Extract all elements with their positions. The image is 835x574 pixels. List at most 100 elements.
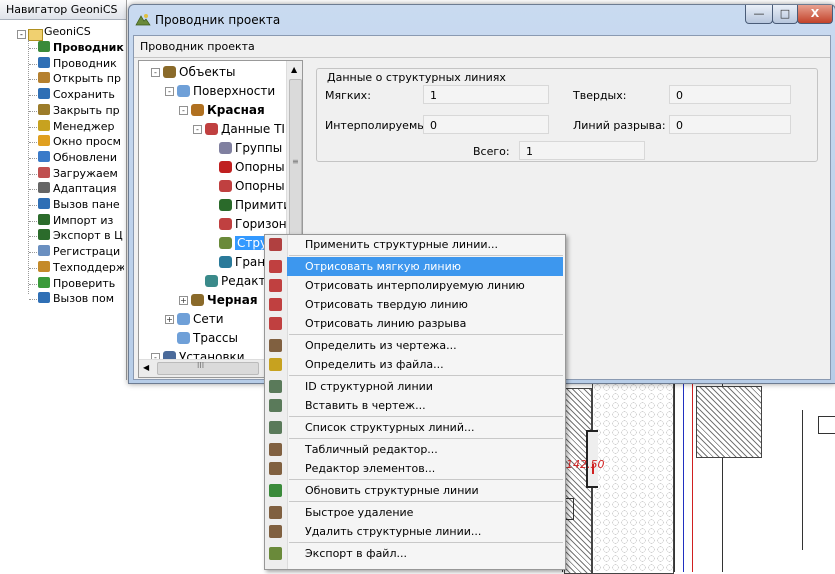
menu-item-icon: [269, 298, 282, 311]
navigator-item-icon: [38, 135, 50, 147]
tree-item[interactable]: Опорны: [219, 158, 285, 176]
navigator-item-icon: [38, 260, 50, 272]
tree-item[interactable]: Объекты: [163, 63, 235, 81]
navigator-item[interactable]: Загружаем: [38, 166, 124, 182]
scroll-left-arrow-icon[interactable]: ◀: [143, 363, 149, 372]
navigator-item[interactable]: Открыть пр: [38, 71, 124, 87]
close-button[interactable]: X: [797, 5, 833, 24]
surfaces-icon: [177, 85, 190, 97]
hscroll-thumb[interactable]: [157, 362, 259, 375]
context-menu-item[interactable]: Определить из чертежа...: [265, 336, 565, 355]
navigator-item-icon: [38, 229, 50, 241]
hex-pattern-area: [592, 382, 674, 574]
menu-item-icon: [269, 279, 282, 292]
structure-lines-group: Данные о структурных линиях Мягких: 1 Тв…: [316, 68, 818, 162]
menu-item-icon: [269, 443, 282, 456]
context-menu-item[interactable]: Удалить структурные линии...: [265, 522, 565, 541]
tree-item[interactable]: Поверхности: [177, 82, 275, 100]
navigator-item[interactable]: Техподдерж: [38, 260, 124, 276]
tree-item[interactable]: Трассы: [177, 329, 238, 347]
navigator-item[interactable]: Проводник: [38, 40, 124, 56]
navigator-item[interactable]: Закрыть пр: [38, 103, 124, 119]
navigator-panel: Навигатор GeoniCS - GeoniCS Проводник Про…: [0, 0, 127, 572]
tree-item-label: Опорны: [235, 179, 285, 193]
navigator-item-icon: [38, 182, 50, 194]
context-menu-item[interactable]: Отрисовать мягкую линию: [269, 257, 563, 276]
tree-item[interactable]: Данные TIN: [205, 120, 294, 138]
break-label: Линий разрыва:: [573, 119, 666, 132]
navigator-item[interactable]: Вызов пом: [38, 291, 124, 307]
navigator-item-icon: [38, 276, 50, 288]
navigator-item[interactable]: Адаптация: [38, 181, 124, 197]
tree-item[interactable]: Горизон: [219, 215, 287, 233]
navigator-item[interactable]: Менеджер: [38, 119, 124, 135]
navigator-item-label: Проводник: [53, 56, 117, 70]
root-expander[interactable]: -: [17, 30, 26, 39]
menu-separator: [289, 542, 563, 543]
navigator-item[interactable]: Проверить: [38, 276, 124, 292]
context-menu-item[interactable]: Отрисовать интерполируемую линию: [265, 276, 565, 295]
hatch-area-right: [696, 386, 762, 458]
menu-item-label: Определить из файла...: [305, 358, 444, 371]
tree-item[interactable]: Примити: [219, 196, 291, 214]
menu-separator: [289, 501, 563, 502]
navigator-item[interactable]: Проводник: [38, 56, 124, 72]
structure-lines-icon: [219, 237, 232, 249]
scroll-up-arrow-icon[interactable]: ▲: [291, 65, 297, 74]
context-menu-item[interactable]: Отрисовать линию разрыва: [265, 314, 565, 333]
menu-separator: [289, 416, 563, 417]
context-menu-item[interactable]: Редактор элементов...: [265, 459, 565, 478]
navigator-item[interactable]: Экспорт в Ц: [38, 228, 124, 244]
objects-icon: [163, 66, 176, 78]
context-menu-item[interactable]: Список структурных линий...: [265, 418, 565, 437]
drawing-elevation-label: 142.50: [566, 458, 605, 471]
context-menu-item[interactable]: Быстрое удаление: [265, 503, 565, 522]
navigator-item-icon: [38, 166, 50, 178]
navigator-item[interactable]: Вызов пане: [38, 197, 124, 213]
context-menu-item[interactable]: Отрисовать твердую линию: [265, 295, 565, 314]
navigator-item[interactable]: Обновлени: [38, 150, 124, 166]
navigator-item[interactable]: Импорт из: [38, 213, 124, 229]
context-menu-item[interactable]: Определить из файла...: [265, 355, 565, 374]
tree-item[interactable]: Группы т: [219, 139, 293, 157]
minimize-button[interactable]: —: [745, 5, 773, 24]
tree-item[interactable]: Красная: [191, 101, 265, 119]
hard-value-field: 0: [669, 85, 791, 104]
navigator-item-label: Обновлени: [53, 150, 117, 164]
navigator-item-icon: [38, 41, 50, 52]
context-menu-item[interactable]: Применить структурные линии...: [265, 235, 565, 254]
tree-expander[interactable]: +: [165, 315, 174, 324]
boundaries-icon: [219, 256, 232, 268]
tree-expander[interactable]: -: [179, 106, 188, 115]
menu-item-icon: [269, 484, 282, 497]
total-value-field: 1: [519, 141, 645, 160]
navigator-item-label: Загружаем: [53, 166, 118, 180]
tree-expander[interactable]: +: [179, 296, 188, 305]
tree-item-label: Красная: [207, 103, 265, 117]
navigator-item-label: Регистраци: [53, 245, 121, 259]
menu-item-icon: [269, 358, 282, 371]
context-menu-item[interactable]: Табличный редактор...: [265, 440, 565, 459]
navigator-root[interactable]: GeoniCS: [44, 25, 91, 38]
tree-expander[interactable]: -: [151, 68, 160, 77]
navigator-item[interactable]: Регистраци: [38, 244, 124, 260]
context-menu-item[interactable]: Обновить структурные линии: [265, 481, 565, 500]
networks-icon: [177, 313, 190, 325]
navigator-item-label: Закрыть пр: [53, 103, 120, 117]
navigator-item[interactable]: Окно просм: [38, 134, 124, 150]
context-menu-item[interactable]: Экспорт в файл...: [265, 544, 565, 563]
hard-label: Твердых:: [573, 89, 627, 102]
navigator-item-icon: [38, 150, 50, 162]
tree-item[interactable]: Черная: [191, 291, 258, 309]
tree-item[interactable]: Сети: [177, 310, 224, 328]
navigator-item[interactable]: Сохранить: [38, 87, 124, 103]
context-menu-item[interactable]: ID структурной линии: [265, 377, 565, 396]
tree-item-label: Горизон: [235, 217, 287, 231]
tree-item-label: Поверхности: [193, 84, 276, 98]
context-menu-item[interactable]: Вставить в чертеж...: [265, 396, 565, 415]
window-header-label: Проводник проекта: [134, 36, 830, 58]
tree-expander[interactable]: -: [193, 125, 202, 134]
tree-expander[interactable]: -: [165, 87, 174, 96]
tree-item[interactable]: Опорны: [219, 177, 285, 195]
maximize-button[interactable]: □: [772, 5, 798, 24]
